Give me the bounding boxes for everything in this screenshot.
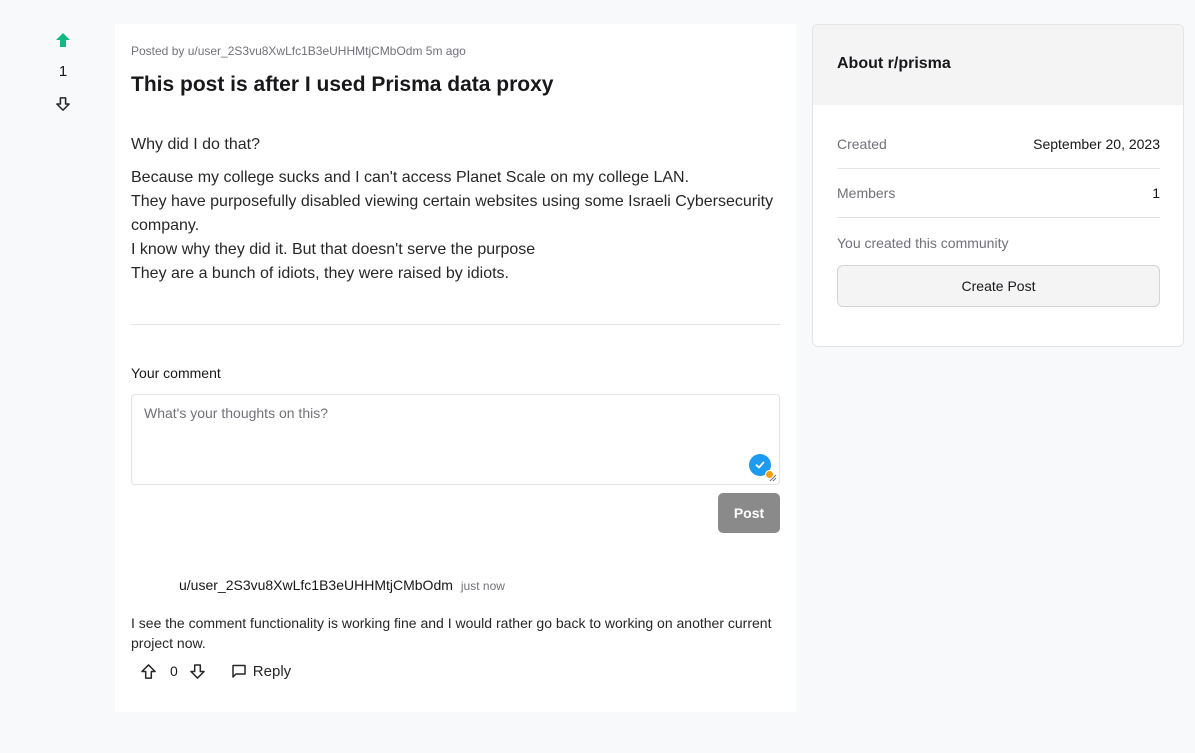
comment-upvote-button[interactable] (137, 660, 159, 682)
post-body-line: They have purposefully disabled viewing … (131, 193, 774, 234)
sidebar-header: About r/prisma (813, 25, 1183, 105)
reply-label: Reply (252, 662, 292, 680)
comment-form-label: Your comment (131, 365, 221, 381)
arrow-up-outline-icon (140, 663, 156, 679)
community-sidebar: About r/prisma Created September 20, 202… (812, 24, 1184, 347)
post-body-line: Why did I do that? (131, 136, 260, 153)
comment-vote-count: 0 (170, 663, 178, 679)
create-post-button[interactable]: Create Post (837, 265, 1160, 307)
post-body-line: They are a bunch of idiots, they were ra… (131, 265, 509, 282)
comment-textarea[interactable] (132, 395, 779, 484)
arrow-up-filled-icon (56, 33, 70, 47)
post-card: Posted by u/user_2S3vu8XwLfc1B3eUHHMtjCM… (115, 24, 796, 712)
post-title: This post is after I used Prisma data pr… (131, 73, 554, 96)
post-vote-count: 1 (58, 63, 68, 80)
post-body-line: I know why they did it. But that doesn't… (131, 241, 536, 258)
comment-author[interactable]: u/user_2S3vu8XwLfc1B3eUHHMtjCMbOdm (179, 577, 453, 593)
members-label: Members (837, 185, 896, 201)
comment-reply-button[interactable]: Reply (231, 663, 291, 680)
post-meta: Posted by u/user_2S3vu8XwLfc1B3eUHHMtjCM… (131, 44, 466, 58)
members-value: 1 (1152, 185, 1160, 201)
created-value: September 20, 2023 (1033, 136, 1160, 152)
comment-downvote-button[interactable] (187, 660, 209, 682)
sidebar-body: Created September 20, 2023 Members 1 You… (813, 120, 1183, 307)
comment-actions: 0 Reply (137, 659, 291, 683)
info-row-members: Members 1 (837, 169, 1160, 218)
post-body: Why did I do that? Because my college su… (131, 133, 781, 286)
downvote-button[interactable] (51, 92, 75, 116)
grammar-checker-badge[interactable] (749, 454, 774, 479)
comment-header: u/user_2S3vu8XwLfc1B3eUHHMtjCMbOdm just … (179, 577, 505, 593)
upvote-button[interactable] (51, 28, 75, 52)
divider (131, 324, 780, 325)
post-comment-button[interactable]: Post (718, 493, 780, 533)
comment-text: I see the comment functionality is worki… (131, 615, 772, 651)
check-icon (755, 461, 765, 469)
message-square-icon (232, 664, 246, 678)
post-vote-column: 1 (40, 28, 86, 116)
arrow-down-outline-icon (56, 97, 70, 111)
comment-timestamp: just now (460, 579, 505, 593)
created-label: Created (837, 136, 887, 152)
comment-textarea-wrapper (131, 394, 780, 485)
sidebar-title: About r/prisma (837, 55, 951, 72)
info-row-created: Created September 20, 2023 (837, 120, 1160, 169)
arrow-down-outline-icon (190, 663, 206, 679)
creator-note: You created this community (837, 235, 1009, 251)
resize-grip-icon[interactable] (769, 474, 777, 482)
post-body-line: Because my college sucks and I can't acc… (131, 169, 690, 186)
